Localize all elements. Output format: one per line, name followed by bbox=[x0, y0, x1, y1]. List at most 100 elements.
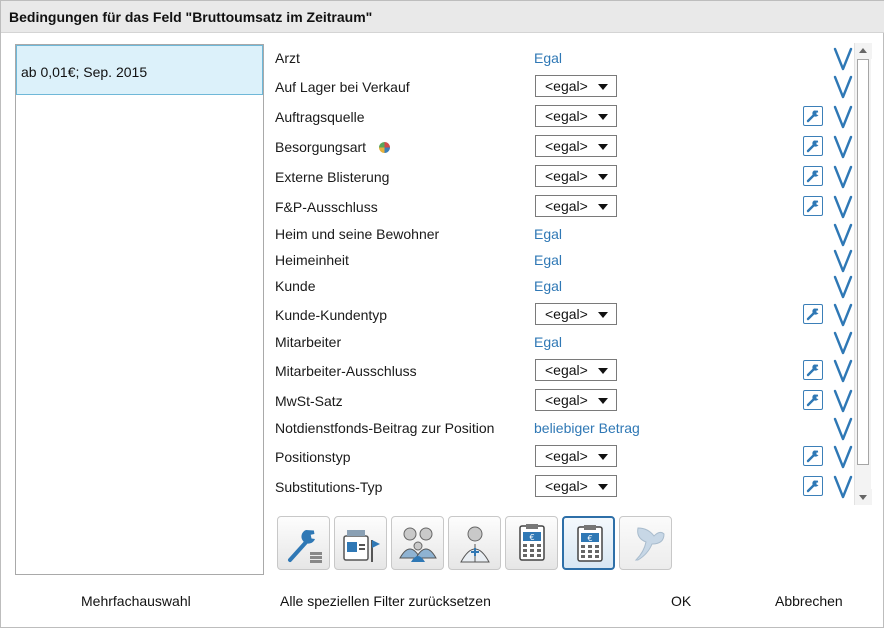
svg-text:€: € bbox=[587, 534, 592, 543]
condition-row: MwSt-Satz <egal> bbox=[275, 387, 855, 415]
chevron-down-icon bbox=[598, 398, 608, 404]
wrench-icon[interactable] bbox=[803, 390, 823, 410]
condition-value-link[interactable]: Egal bbox=[534, 278, 562, 294]
chevron-down-icon bbox=[598, 204, 608, 210]
vertical-scrollbar[interactable] bbox=[854, 43, 872, 505]
condition-list-item-label: ab 0,01€; Sep. 2015 bbox=[21, 64, 148, 80]
v-expand-icon[interactable] bbox=[833, 388, 853, 414]
cancel-button[interactable]: Abbrechen bbox=[775, 593, 843, 609]
condition-row: Substitutions-Typ <egal> bbox=[275, 473, 855, 501]
multi-select-button[interactable]: Mehrfachauswahl bbox=[81, 593, 191, 609]
v-expand-icon[interactable] bbox=[833, 248, 853, 274]
v-expand-icon[interactable] bbox=[833, 474, 853, 500]
condition-label: Mitarbeiter bbox=[275, 334, 342, 350]
condition-select-value: <egal> bbox=[545, 198, 588, 214]
footer-buttons: Mehrfachauswahl Alle speziellen Filter z… bbox=[1, 589, 884, 617]
chevron-down-icon bbox=[598, 454, 608, 460]
v-expand-icon[interactable] bbox=[833, 74, 853, 100]
condition-label: Mitarbeiter-Ausschluss bbox=[275, 363, 417, 379]
toolbar-button-3[interactable] bbox=[391, 516, 444, 570]
condition-row: Heimeinheit Egal bbox=[275, 247, 855, 275]
v-expand-icon[interactable] bbox=[833, 46, 853, 72]
condition-label: Auf Lager bei Verkauf bbox=[275, 79, 410, 95]
v-expand-icon[interactable] bbox=[833, 330, 853, 356]
condition-row: Heim und seine Bewohner Egal bbox=[275, 221, 855, 249]
condition-select[interactable]: <egal> bbox=[535, 389, 617, 411]
condition-value-link[interactable]: Egal bbox=[534, 252, 562, 268]
condition-select-value: <egal> bbox=[545, 478, 588, 494]
v-expand-icon[interactable] bbox=[833, 104, 853, 130]
toolbar-button-1[interactable] bbox=[277, 516, 330, 570]
toolbar-button-6[interactable]: € bbox=[562, 516, 615, 570]
condition-row: Positionstyp <egal> bbox=[275, 443, 855, 471]
condition-row: Mitarbeiter Egal bbox=[275, 329, 855, 357]
condition-label: Positionstyp bbox=[275, 449, 351, 465]
v-expand-icon[interactable] bbox=[833, 358, 853, 384]
wrench-icon[interactable] bbox=[803, 106, 823, 126]
condition-row: Notdienstfonds-Beitrag zur Position belie… bbox=[275, 415, 855, 443]
condition-select[interactable]: <egal> bbox=[535, 75, 617, 97]
condition-select[interactable]: <egal> bbox=[535, 359, 617, 381]
chevron-down-icon bbox=[598, 144, 608, 150]
v-expand-icon[interactable] bbox=[833, 164, 853, 190]
v-expand-icon[interactable] bbox=[833, 134, 853, 160]
condition-select[interactable]: <egal> bbox=[535, 135, 617, 157]
wrench-icon[interactable] bbox=[803, 166, 823, 186]
v-expand-icon[interactable] bbox=[833, 274, 853, 300]
condition-select[interactable]: <egal> bbox=[535, 475, 617, 497]
wrench-icon[interactable] bbox=[803, 136, 823, 156]
scroll-thumb[interactable] bbox=[857, 59, 869, 465]
ok-button[interactable]: OK bbox=[671, 593, 691, 609]
wrench-icon[interactable] bbox=[803, 304, 823, 324]
chevron-down-icon bbox=[598, 312, 608, 318]
condition-label: Externe Blisterung bbox=[275, 169, 390, 185]
v-expand-icon[interactable] bbox=[833, 302, 853, 328]
condition-row: Arzt Egal bbox=[275, 45, 855, 73]
condition-select-value: <egal> bbox=[545, 138, 588, 154]
condition-select[interactable]: <egal> bbox=[535, 445, 617, 467]
reset-filters-button[interactable]: Alle speziellen Filter zurücksetzen bbox=[280, 593, 491, 609]
condition-select[interactable]: <egal> bbox=[535, 195, 617, 217]
chevron-down-icon bbox=[598, 368, 608, 374]
toolbar-button-5[interactable]: € bbox=[505, 516, 558, 570]
condition-select[interactable]: <egal> bbox=[535, 165, 617, 187]
condition-value-link[interactable]: beliebiger Betrag bbox=[534, 420, 640, 436]
condition-label: Kunde-Kundentyp bbox=[275, 307, 388, 323]
v-expand-icon[interactable] bbox=[833, 194, 853, 220]
v-expand-icon[interactable] bbox=[833, 416, 853, 442]
wrench-icon[interactable] bbox=[803, 360, 823, 380]
chevron-down-icon bbox=[598, 114, 608, 120]
v-expand-icon[interactable] bbox=[833, 444, 853, 470]
toolbar-button-4[interactable] bbox=[448, 516, 501, 570]
filter-toolbar: € € bbox=[275, 516, 675, 570]
condition-row: Auf Lager bei Verkauf <egal> bbox=[275, 73, 855, 101]
condition-label: Heim und seine Bewohner bbox=[275, 226, 440, 242]
condition-label: Notdienstfonds-Beitrag zur Position bbox=[275, 420, 495, 436]
condition-select-value: <egal> bbox=[545, 108, 588, 124]
condition-select[interactable]: <egal> bbox=[535, 303, 617, 325]
condition-label: Arzt bbox=[275, 50, 300, 66]
condition-select[interactable]: <egal> bbox=[535, 105, 617, 127]
v-expand-icon[interactable] bbox=[833, 222, 853, 248]
condition-row: Mitarbeiter-Ausschluss <egal> bbox=[275, 357, 855, 385]
wrench-icon[interactable] bbox=[803, 476, 823, 496]
condition-value-link[interactable]: Egal bbox=[534, 226, 562, 242]
condition-label: Heimeinheit bbox=[275, 252, 349, 268]
condition-row: F&P-Ausschluss <egal> bbox=[275, 193, 855, 221]
condition-select-value: <egal> bbox=[545, 168, 588, 184]
scroll-up-arrow-icon[interactable] bbox=[855, 43, 872, 59]
condition-label: Kunde bbox=[275, 278, 316, 294]
condition-row: Kunde-Kundentyp <egal> bbox=[275, 301, 855, 329]
condition-list-item[interactable]: ab 0,01€; Sep. 2015 bbox=[16, 45, 263, 95]
condition-row: Auftragsquelle <egal> bbox=[275, 103, 855, 131]
condition-row: Externe Blisterung <egal> bbox=[275, 163, 855, 191]
toolbar-button-2[interactable] bbox=[334, 516, 387, 570]
condition-select-value: <egal> bbox=[545, 392, 588, 408]
condition-value-link[interactable]: Egal bbox=[534, 334, 562, 350]
scroll-down-arrow-icon[interactable] bbox=[855, 489, 872, 505]
wrench-icon[interactable] bbox=[803, 446, 823, 466]
chevron-down-icon bbox=[598, 174, 608, 180]
wrench-icon[interactable] bbox=[803, 196, 823, 216]
condition-value-link[interactable]: Egal bbox=[534, 50, 562, 66]
condition-label: Besorgungsart bbox=[275, 139, 367, 155]
